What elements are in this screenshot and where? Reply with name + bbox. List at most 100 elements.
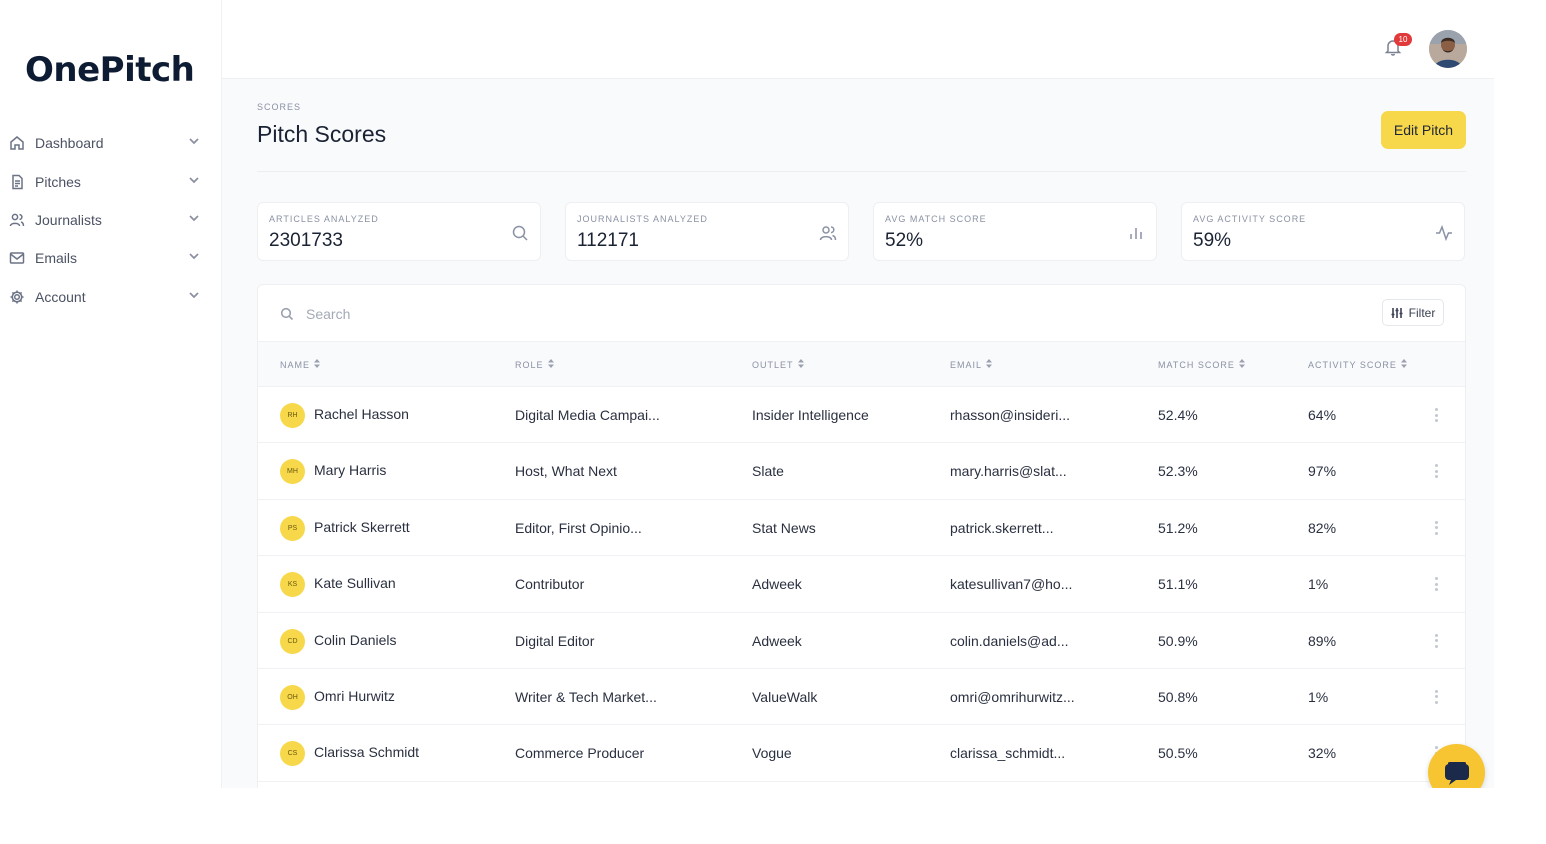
- sort-icon: [1397, 359, 1407, 370]
- initials-avatar: MH: [280, 459, 305, 485]
- cell-activity-score: 82%: [1308, 519, 1337, 536]
- sidebar-item-account[interactable]: Account: [0, 278, 222, 316]
- chevron-down-icon: [188, 288, 200, 306]
- sidebar-item-dashboard[interactable]: Dashboard: [0, 124, 222, 162]
- users-icon: [9, 212, 25, 228]
- cell-match-score: 51.1%: [1158, 576, 1198, 593]
- sort-icon: [982, 359, 993, 370]
- cell-outlet: Adweek: [752, 632, 802, 649]
- cell-role: Host, What Next: [515, 463, 617, 480]
- column-header-email[interactable]: EMAIL: [950, 359, 993, 370]
- column-label: MATCH SCORE: [1158, 359, 1235, 370]
- sidebar-item-pitches[interactable]: Pitches: [0, 162, 222, 200]
- row-menu-icon[interactable]: [1432, 462, 1440, 480]
- column-header-match-score[interactable]: MATCH SCORE: [1158, 359, 1245, 370]
- row-menu-icon[interactable]: [1432, 406, 1440, 424]
- initials-avatar: CS: [280, 741, 305, 767]
- users-icon: [819, 224, 837, 242]
- column-header-outlet[interactable]: OUTLET: [752, 359, 804, 370]
- cell-name: Patrick Skerrett: [314, 518, 410, 535]
- cell-email: mary.harris@slat...: [950, 463, 1067, 480]
- column-label: OUTLET: [752, 359, 794, 370]
- cell-activity-score: 32%: [1308, 745, 1337, 762]
- table-row[interactable]: PS Patrick Skerrett Editor, First Opinio…: [258, 500, 1465, 557]
- stat-value: 112171: [577, 230, 639, 251]
- app-window: OnePitch Dashboard Pitches Journalists E…: [0, 0, 1494, 788]
- logo: OnePitch: [25, 50, 195, 90]
- stat-label: ARTICLES ANALYZED: [269, 214, 379, 224]
- cell-match-score: 51.2%: [1158, 519, 1198, 536]
- column-label: ROLE: [515, 359, 544, 370]
- row-menu-icon[interactable]: [1432, 688, 1440, 706]
- activity-icon: [1435, 224, 1453, 242]
- cell-name: Rachel Hasson: [314, 406, 409, 422]
- cell-name: Mary Harris: [314, 462, 387, 479]
- chevron-down-icon: [188, 134, 200, 152]
- cell-activity-score: 1%: [1308, 688, 1329, 705]
- row-menu-icon[interactable]: [1432, 519, 1440, 537]
- filter-button[interactable]: Filter: [1382, 299, 1444, 326]
- sidebar-item-label: Dashboard: [35, 135, 104, 152]
- chevron-down-icon: [188, 211, 200, 229]
- sidebar-item-label: Account: [35, 288, 86, 305]
- topbar: 10: [222, 0, 1494, 79]
- stat-card-activity: AVG ACTIVITY SCORE 59%: [1181, 202, 1465, 261]
- column-header-activity-score[interactable]: ACTIVITY SCORE: [1308, 359, 1407, 370]
- table-row[interactable]: CS Clarissa Schmidt Commerce Producer Vo…: [258, 725, 1465, 782]
- cell-activity-score: 64%: [1308, 407, 1337, 423]
- column-label: EMAIL: [950, 359, 983, 370]
- sidebar-nav: Dashboard Pitches Journalists Emails Acc…: [0, 124, 222, 316]
- table-row[interactable]: CD Colin Daniels Digital Editor Adweek c…: [258, 613, 1465, 669]
- cell-outlet: Insider Intelligence: [752, 407, 869, 423]
- sliders-icon: [1391, 307, 1403, 318]
- cell-match-score: 50.9%: [1158, 632, 1198, 649]
- document-icon: [9, 174, 25, 190]
- cell-outlet: ValueWalk: [752, 688, 818, 705]
- cell-role: Digital Editor: [515, 632, 595, 649]
- journalists-table: Filter NAME ROLE OUTLET EMAIL: [257, 284, 1466, 788]
- main-content: 10 SCORES Pitch Scores Edit Pitch ARTICL…: [222, 0, 1494, 788]
- cell-activity-score: 97%: [1308, 463, 1337, 480]
- stat-label: AVG ACTIVITY SCORE: [1193, 214, 1307, 224]
- row-menu-icon[interactable]: [1432, 575, 1440, 593]
- cell-outlet: Stat News: [752, 519, 816, 536]
- cell-email: omri@omrihurwitz...: [950, 688, 1075, 705]
- avatar[interactable]: [1429, 30, 1467, 68]
- gear-icon: [9, 289, 25, 305]
- column-header-name[interactable]: NAME: [280, 359, 321, 370]
- table-row[interactable]: RH Rachel Hasson Digital Media Campai...…: [258, 387, 1465, 444]
- sidebar-item-label: Journalists: [35, 211, 102, 228]
- notification-badge: 10: [1394, 33, 1412, 46]
- cell-email: patrick.skerrett...: [950, 519, 1054, 536]
- column-header-role[interactable]: ROLE: [515, 359, 554, 370]
- cell-role: Editor, First Opinio...: [515, 519, 642, 536]
- table-row[interactable]: KS Kate Sullivan Contributor Adweek kate…: [258, 556, 1465, 613]
- edit-pitch-button[interactable]: Edit Pitch: [1381, 111, 1466, 149]
- row-menu-icon[interactable]: [1432, 632, 1440, 650]
- table-header: NAME ROLE OUTLET EMAIL MATCH SCORE ACTIV…: [258, 341, 1465, 387]
- bar-chart-icon: [1127, 224, 1145, 242]
- breadcrumb: SCORES: [257, 102, 302, 112]
- sidebar-item-journalists[interactable]: Journalists: [0, 201, 222, 239]
- stat-card-match: AVG MATCH SCORE 52%: [873, 202, 1157, 261]
- chat-icon: [1444, 761, 1469, 785]
- table-row[interactable]: MH Mary Harris Host, What Next Slate mar…: [258, 443, 1465, 500]
- initials-avatar: CD: [280, 628, 305, 654]
- mail-icon: [9, 250, 25, 266]
- cell-email: colin.daniels@ad...: [950, 632, 1069, 649]
- chevron-down-icon: [188, 173, 200, 191]
- sidebar-item-label: Emails: [35, 250, 78, 267]
- cell-match-score: 50.5%: [1158, 745, 1198, 762]
- sidebar: OnePitch Dashboard Pitches Journalists E…: [0, 0, 222, 788]
- cell-match-score: 50.8%: [1158, 688, 1198, 705]
- search-input[interactable]: [306, 306, 666, 322]
- cell-name: Clarissa Schmidt: [314, 744, 420, 761]
- column-label: NAME: [280, 359, 311, 370]
- cell-role: Digital Media Campai...: [515, 407, 660, 423]
- stat-card-articles: ARTICLES ANALYZED 2301733: [257, 202, 541, 261]
- stat-value: 52%: [885, 230, 924, 251]
- table-row[interactable]: OH Omri Hurwitz Writer & Tech Market... …: [258, 669, 1465, 726]
- stats-row: ARTICLES ANALYZED 2301733 JOURNALISTS AN…: [257, 202, 1466, 261]
- cell-email: katesullivan7@ho...: [950, 576, 1073, 593]
- sidebar-item-emails[interactable]: Emails: [0, 239, 222, 277]
